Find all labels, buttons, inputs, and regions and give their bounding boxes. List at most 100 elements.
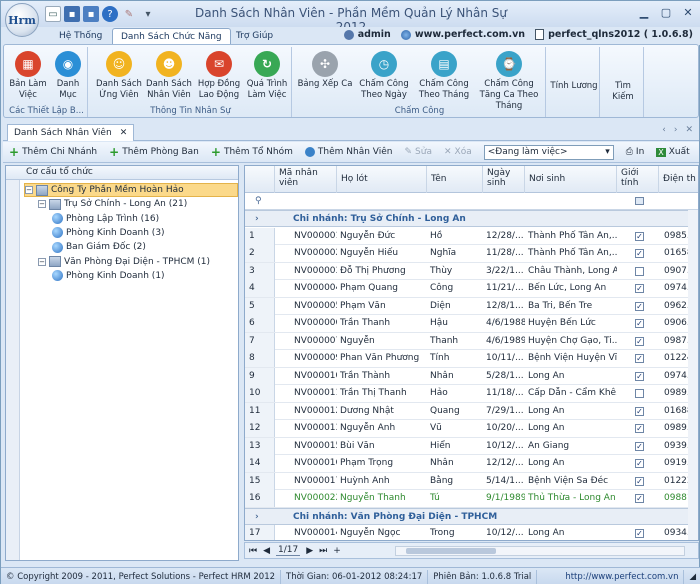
cell-pob[interactable]: Bệnh Viện Huyện Vĩ...	[525, 350, 617, 367]
cell-ho[interactable]: Nguyễn	[337, 333, 427, 350]
cell-pob[interactable]: Ba Tri, Bến Tre	[525, 298, 617, 315]
cell-ten[interactable]: Tú	[427, 490, 483, 507]
group-row[interactable]: › Chi nhánh: Trụ Sở Chính - Long An	[245, 210, 698, 227]
row-number[interactable]: 3	[245, 262, 275, 280]
tab-prev-icon[interactable]: ‹	[662, 125, 666, 135]
col-header-noi-sinh[interactable]: Nơi sinh	[525, 166, 617, 193]
cell-ten[interactable]: Thanh	[427, 333, 483, 350]
table-row[interactable]: 9 NV000010 Trần Thành Nhân 5/28/1... Long An 0…	[245, 367, 698, 385]
cell-dob[interactable]: 12/8/1...	[483, 298, 525, 315]
cell-ho[interactable]: Trần Thành	[337, 368, 427, 385]
vertical-scrollbar[interactable]	[688, 210, 698, 540]
cell-dob[interactable]: 12/12/...	[483, 455, 525, 472]
row-number[interactable]: 15	[245, 472, 275, 490]
cell-ten[interactable]: Thùy	[427, 263, 483, 280]
add-employee-button[interactable]: Thêm Nhân Viên	[299, 143, 399, 162]
cell-pob[interactable]: An Giang	[525, 438, 617, 455]
cell-dob[interactable]: 10/12/...	[483, 525, 525, 540]
cell-id[interactable]: NV000006	[291, 315, 337, 332]
cell-dob[interactable]: 5/14/1...	[483, 473, 525, 490]
cell-ho[interactable]: Nguyễn Hiếu	[337, 245, 427, 262]
col-header-id[interactable]: Mã nhân viên	[275, 166, 337, 193]
edit-button[interactable]: ✎ Sửa	[399, 143, 438, 162]
cell-dob[interactable]: 11/28/...	[483, 245, 525, 262]
tree-node[interactable]: − Trụ Sở Chính - Long An (21)	[38, 197, 187, 211]
filter-checkbox[interactable]	[635, 197, 644, 205]
close-tab-icon[interactable]: ✕	[120, 125, 128, 141]
cell-ten[interactable]: Tính	[427, 350, 483, 367]
cell-id[interactable]: NV000013	[291, 420, 337, 437]
table-row[interactable]: 2 NV000002 Nguyễn Hiếu Nghĩa 11/28/... Thành …	[245, 245, 698, 263]
gender-checkbox[interactable]: ✓	[635, 441, 644, 451]
gender-checkbox[interactable]: ✓	[635, 494, 644, 503]
disk-icon[interactable]: ▪	[83, 6, 99, 22]
cell-id[interactable]: NV000005	[291, 298, 337, 315]
cell-dob[interactable]: 11/21/...	[483, 280, 525, 297]
col-header-ngay-sinh[interactable]: Ngày sinh	[483, 166, 525, 193]
cell-dob[interactable]: 10/12/...	[483, 438, 525, 455]
cell-ten[interactable]: Công	[427, 280, 483, 297]
cell-pob[interactable]: Cấp Dẫn - Cẩm Khê...	[525, 385, 617, 402]
cham-cong-thang-button[interactable]: ▤ Chấm Công Theo Tháng	[416, 51, 472, 101]
cell-pob[interactable]: Bệnh Viện Sa Đéc	[525, 473, 617, 490]
cell-ho[interactable]: Huỳnh Anh	[337, 473, 427, 490]
gender-checkbox[interactable]: ✓	[635, 301, 644, 311]
gender-checkbox[interactable]: ✓	[635, 371, 644, 381]
cham-cong-ngay-button[interactable]: ◷ Chấm Công Theo Ngày	[356, 51, 412, 101]
bang-xep-ca-button[interactable]: ✣ Bảng Xếp Ca	[296, 51, 354, 90]
status-filter-select[interactable]: <Đang làm việc> ▾	[483, 144, 614, 160]
ung-vien-button[interactable]: ☺ Danh Sách Ứng Viên	[96, 51, 142, 101]
cell-ho[interactable]: Trần Thanh	[337, 315, 427, 332]
table-row[interactable]: 15 NV000017 Huỳnh Anh Bằng 5/14/1... Bệnh Việ…	[245, 472, 698, 490]
hop-dong-button[interactable]: ✉ Hợp Đồng Lao Động	[196, 51, 242, 101]
danh-muc-button[interactable]: ◉ Danh Mục	[50, 51, 86, 101]
expand-group-icon[interactable]: ›	[255, 509, 259, 525]
add-row-icon[interactable]: +	[333, 546, 341, 556]
tab-tro-giup[interactable]: Trợ Giúp	[228, 28, 281, 45]
cell-dob[interactable]: 3/22/1...	[483, 263, 525, 280]
tab-danh-sach-chuc-nang[interactable]: Danh Sách Chức Năng	[112, 28, 231, 45]
row-number[interactable]: 10	[245, 385, 275, 402]
gender-checkbox[interactable]: ✓	[635, 319, 644, 328]
cell-ho[interactable]: Phạm Văn	[337, 298, 427, 315]
tree-node[interactable]: Ban Giám Đốc (2)	[52, 240, 146, 254]
cell-dob[interactable]: 11/18/...	[483, 385, 525, 402]
cell-ho[interactable]: Phạm Quang	[337, 280, 427, 297]
cell-ten[interactable]: Trong	[427, 525, 483, 540]
table-row[interactable]: 1 NV000001 Nguyễn Đức Hồ 12/28/... Thành Phố …	[245, 227, 698, 245]
cell-ten[interactable]: Quang	[427, 403, 483, 420]
export-button[interactable]: X Xuất	[650, 143, 695, 162]
cell-ho[interactable]: Nguyễn Ngọc	[337, 525, 427, 540]
cell-pob[interactable]: Thành Phố Tân An,...	[525, 245, 617, 262]
tab-close-icon[interactable]: ✕	[685, 125, 693, 135]
app-logo[interactable]: Hrm	[5, 3, 39, 37]
tree-node[interactable]: − Công Ty Phần Mềm Hoàn Hảo	[24, 183, 238, 197]
tim-kiem-button[interactable]: Tìm Kiếm	[604, 81, 642, 103]
cell-ten[interactable]: Hiển	[427, 438, 483, 455]
cell-id[interactable]: NV000002	[291, 245, 337, 262]
collapse-icon[interactable]: −	[25, 186, 33, 194]
cell-dob[interactable]: 9/1/1989	[483, 490, 525, 507]
row-number[interactable]: 11	[245, 402, 275, 420]
gender-checkbox[interactable]: ✓	[635, 354, 644, 363]
cell-ho[interactable]: Dương Nhật	[337, 403, 427, 420]
document-tab[interactable]: Danh Sách Nhân Viên ✕	[7, 124, 135, 141]
qua-trinh-button[interactable]: ↻ Quá Trình Làm Việc	[244, 51, 290, 101]
cell-dob[interactable]: 12/28/...	[483, 228, 525, 245]
print-button[interactable]: ⎙ In	[620, 143, 651, 162]
cell-ten[interactable]: Nghĩa	[427, 245, 483, 262]
tab-next-icon[interactable]: ›	[674, 125, 678, 135]
cell-id[interactable]: NV000022	[291, 490, 337, 507]
cell-pob[interactable]: Bến Lức, Long An	[525, 280, 617, 297]
tree-node[interactable]: Phòng Kinh Doanh (1)	[52, 269, 165, 283]
row-number[interactable]: 17	[245, 525, 275, 540]
ban-lam-viec-button[interactable]: ▦ Bản Làm Việc	[8, 51, 48, 101]
cell-pob[interactable]: Long An	[525, 420, 617, 437]
edit-icon[interactable]: ✎	[121, 6, 137, 22]
maximize-button[interactable]: ▢	[656, 4, 676, 21]
last-page-icon[interactable]: ⏭	[319, 546, 327, 556]
page-indicator[interactable]: 1/17	[276, 545, 301, 556]
table-row[interactable]: 4 NV000004 Phạm Quang Công 11/21/... Bến Lức,…	[245, 280, 698, 298]
cell-ho[interactable]: Trần Thị Thanh	[337, 385, 427, 402]
cell-ho[interactable]: Đỗ Thị Phương	[337, 263, 427, 280]
